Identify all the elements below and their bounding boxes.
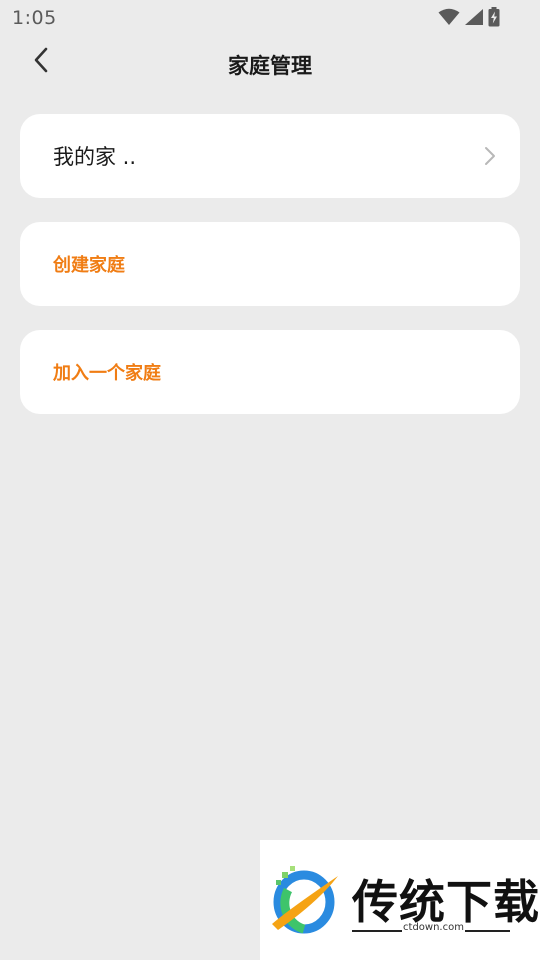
battery-charging-icon [488, 7, 500, 27]
watermark-divider [465, 930, 510, 932]
home-name-label: 我的家 .. [53, 145, 137, 169]
watermark-logo-icon [268, 862, 344, 942]
page-title: 家庭管理 [228, 54, 312, 78]
create-home-button[interactable]: 创建家庭 [20, 222, 520, 306]
watermark: 传统下载 ctdown.com [260, 840, 540, 960]
status-bar: 1:05 [0, 0, 540, 36]
header: 家庭管理 [0, 36, 540, 92]
status-time: 1:05 [12, 7, 57, 29]
home-card-my-home[interactable]: 我的家 .. [20, 114, 520, 198]
screen: 1:05 家庭管理 我的家 .. 创建家庭 加入一个家庭 传统下载 ctdown… [0, 0, 540, 960]
create-home-label: 创建家庭 [53, 255, 125, 276]
signal-icon [464, 8, 484, 26]
wifi-icon [438, 8, 460, 26]
chevron-right-icon [484, 146, 496, 170]
watermark-divider [352, 930, 402, 932]
join-home-button[interactable]: 加入一个家庭 [20, 330, 520, 414]
watermark-url: ctdown.com [403, 922, 464, 933]
status-icons [438, 7, 500, 27]
join-home-label: 加入一个家庭 [53, 363, 161, 384]
